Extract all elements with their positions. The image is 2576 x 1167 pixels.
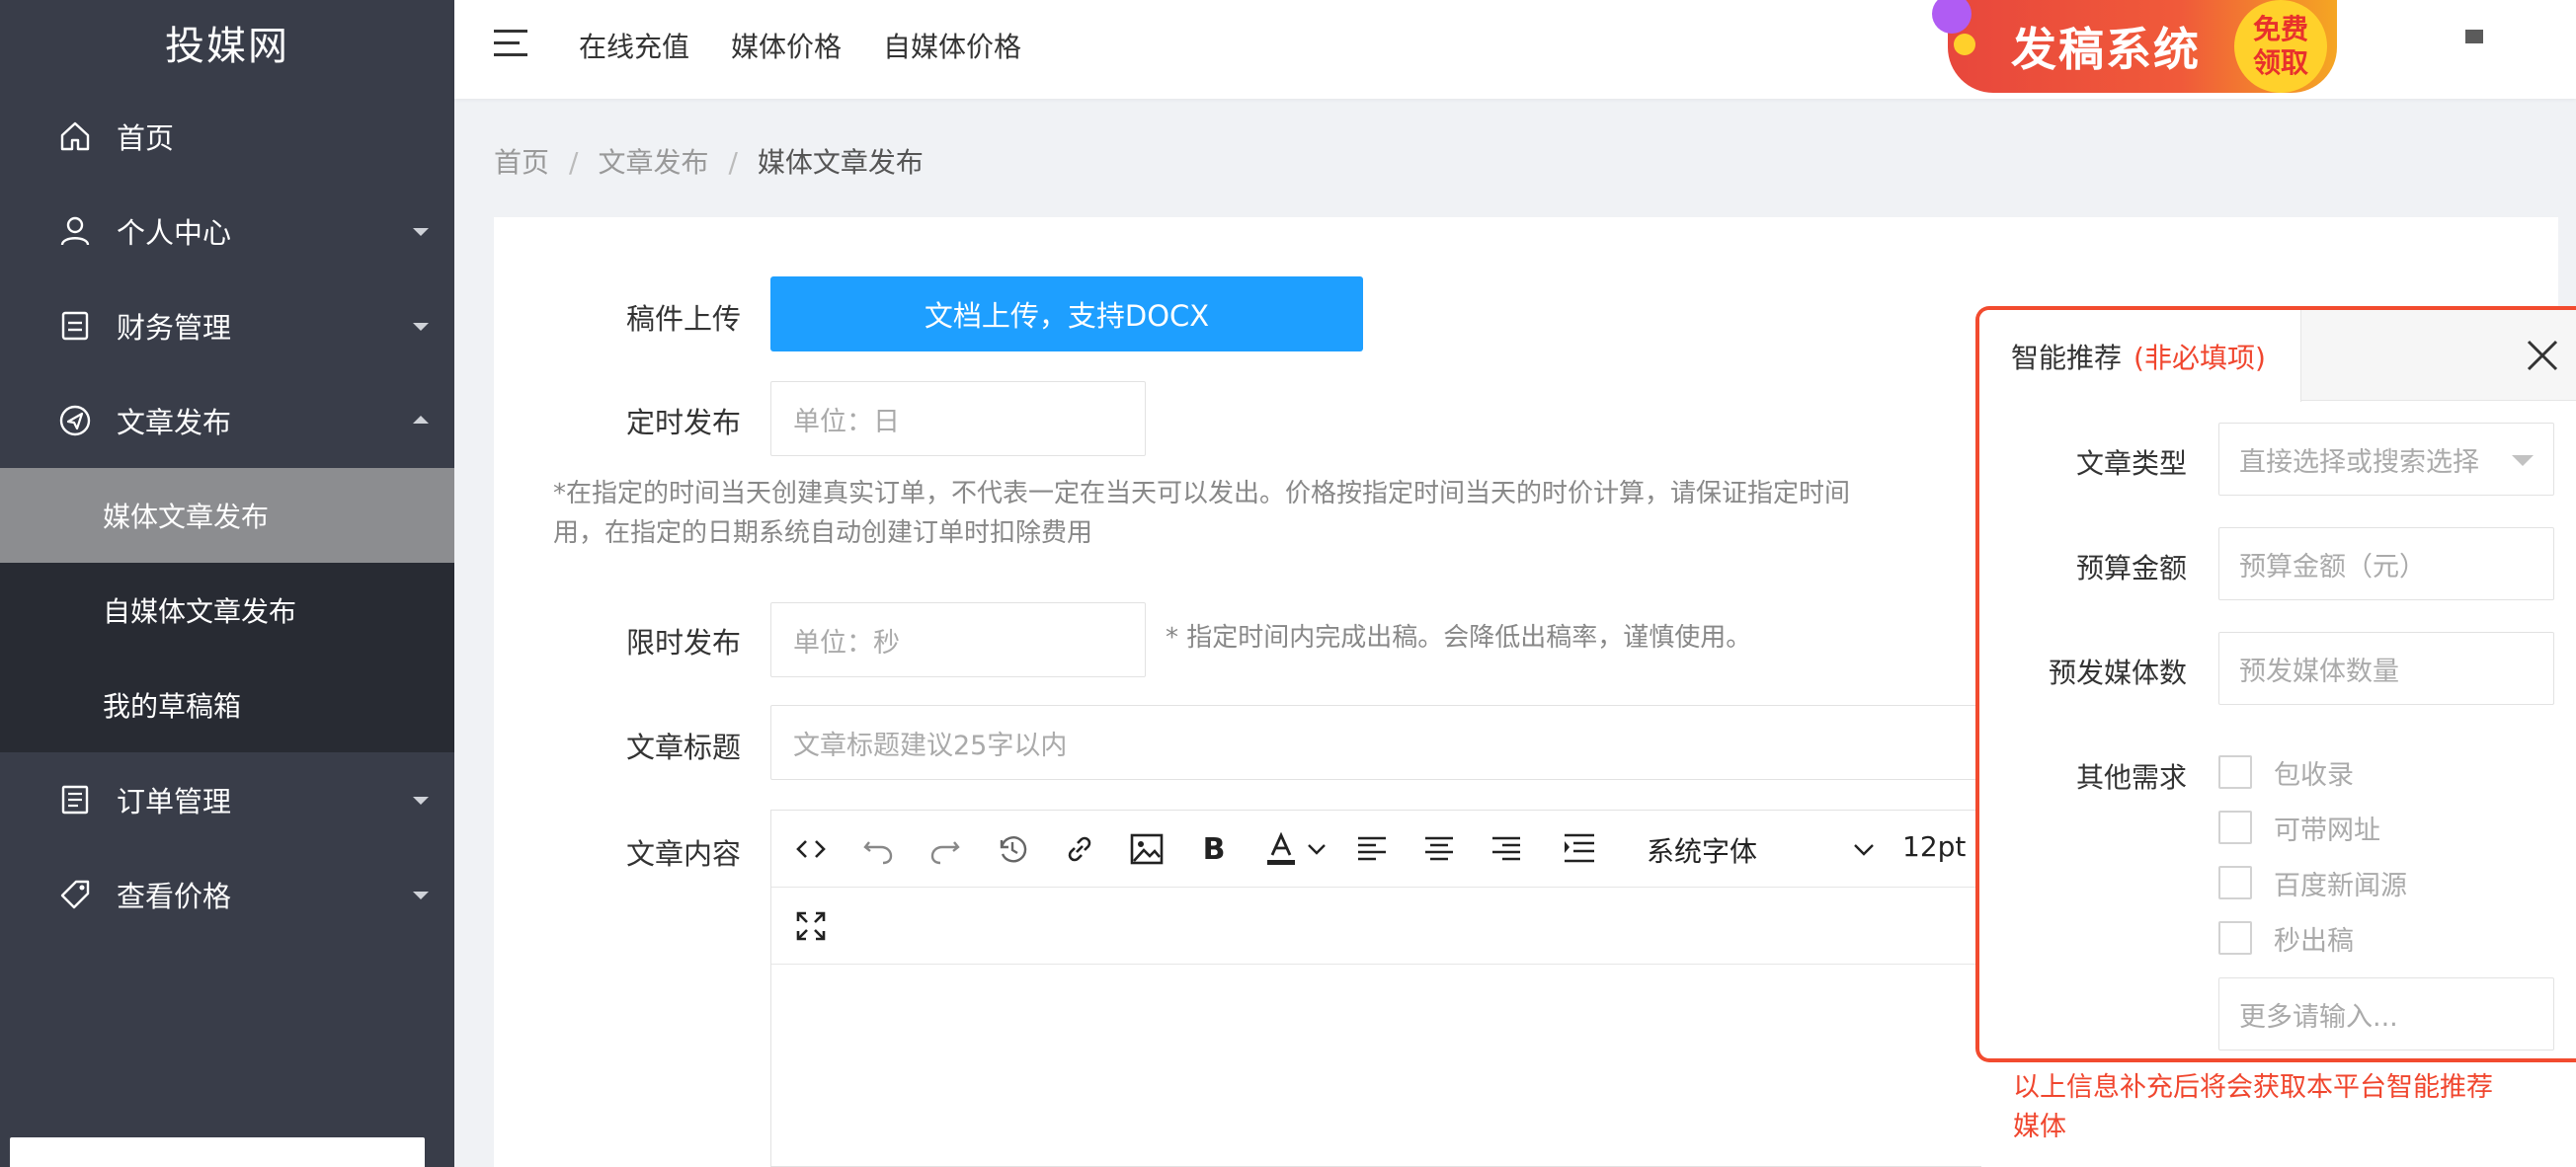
sidebar-item-profile[interactable]: 个人中心 — [0, 184, 454, 278]
fullscreen-icon[interactable] — [793, 908, 829, 944]
article-type-select[interactable]: 直接选择或搜索选择 — [2218, 423, 2554, 496]
chevron-down-icon — [413, 323, 429, 331]
checkbox[interactable] — [2218, 755, 2252, 789]
upload-docx-button[interactable]: 文档上传，支持DOCX — [770, 276, 1363, 351]
align-right-icon[interactable] — [1489, 831, 1524, 867]
home-icon — [57, 118, 93, 154]
checkbox[interactable] — [2218, 811, 2252, 844]
promo-banner[interactable]: 发稿系统 免费 领取 — [1932, 0, 2337, 93]
send-icon — [57, 403, 93, 438]
image-icon[interactable] — [1129, 831, 1165, 867]
line-height-icon[interactable] — [1562, 831, 1597, 867]
redo-icon[interactable] — [927, 831, 963, 867]
banner-badge: 免费 领取 — [2234, 0, 2327, 93]
limit-note: * 指定时间内完成出稿。会降低出稿率，谨慎使用。 — [1166, 623, 1752, 653]
font-family-select[interactable]: 系统字体 — [1647, 830, 1757, 870]
option-fast[interactable]: 秒出稿 — [2218, 918, 2354, 958]
top-header: 在线充值 媒体价格 自媒体价格 发稿系统 免费 领取 — [454, 0, 2576, 99]
article-type-label: 文章类型 — [2075, 447, 2187, 480]
code-view-icon[interactable] — [793, 831, 829, 867]
sidebar-item-home[interactable]: 首页 — [0, 89, 454, 184]
editor-toolbar: B 系统字体 12pt — [771, 811, 1994, 888]
chevron-down-icon[interactable] — [1852, 838, 1876, 864]
article-title-input[interactable]: 文章标题建议25字以内 — [770, 705, 1995, 780]
sidebar-item-label: 财务管理 — [117, 311, 232, 345]
scheduled-note: *在指定的时间当天创建真实订单，不代表一定在当天可以发出。价格按指定时间当天的时… — [553, 479, 1851, 548]
close-icon[interactable] — [2523, 336, 2562, 375]
limit-seconds-input[interactable]: 单位：秒 — [770, 602, 1146, 677]
checkbox[interactable] — [2218, 921, 2252, 955]
sidebar-item-label: 文章发布 — [117, 406, 232, 439]
chevron-down-icon — [413, 892, 429, 899]
user-icon — [57, 213, 93, 249]
user-menu-icon[interactable] — [2465, 30, 2483, 43]
recommend-tab-bar: 智能推荐 (非必填项) — [1979, 310, 2576, 402]
font-size-select[interactable]: 12pt — [1902, 830, 1966, 863]
chevron-down-icon[interactable] — [1305, 831, 1328, 867]
more-needs-input[interactable]: 更多请输入... — [2218, 977, 2554, 1050]
undo-icon[interactable] — [860, 831, 896, 867]
option-url[interactable]: 可带网址 — [2218, 808, 2380, 847]
option-baidu-news[interactable]: 百度新闻源 — [2218, 863, 2407, 902]
checkbox[interactable] — [2218, 866, 2252, 899]
nav-link-self-media-price[interactable]: 自媒体价格 — [883, 26, 1021, 65]
breadcrumb-home[interactable]: 首页 — [494, 146, 549, 179]
sidebar-submenu: 媒体文章发布 自媒体文章发布 我的草稿箱 — [0, 468, 454, 752]
history-icon[interactable] — [995, 831, 1030, 867]
font-color-icon[interactable] — [1263, 831, 1299, 867]
media-count-input[interactable]: 预发媒体数量 — [2218, 632, 2554, 705]
chevron-down-icon — [413, 228, 429, 236]
rich-text-editor: B 系统字体 12pt — [770, 810, 1995, 1167]
link-icon[interactable] — [1062, 831, 1097, 867]
sidebar-item-orders[interactable]: 订单管理 — [0, 752, 454, 847]
scheduled-label: 定时发布 — [625, 406, 741, 439]
breadcrumb: 首页 / 文章发布 / 媒体文章发布 — [494, 146, 924, 179]
chevron-down-icon — [413, 797, 429, 805]
sidebar-subitem-media-article[interactable]: 媒体文章发布 — [0, 468, 454, 563]
dropdown-arrow-icon — [2512, 455, 2534, 466]
sidebar-item-label: 订单管理 — [117, 785, 232, 818]
sidebar-subitem-drafts[interactable]: 我的草稿箱 — [0, 658, 454, 752]
sidebar: 投媒网 首页 个人中心 财务管理 文章发布 媒体文章发布 自媒体文章发布 我的草… — [0, 0, 454, 1167]
bold-icon[interactable]: B — [1196, 831, 1232, 867]
budget-input[interactable]: 预算金额（元） — [2218, 527, 2554, 600]
title-label: 文章标题 — [625, 731, 741, 764]
sidebar-item-prices[interactable]: 查看价格 — [0, 847, 454, 942]
editor-toolbar-row2 — [771, 888, 1994, 965]
budget-label: 预算金额 — [2075, 552, 2187, 584]
decor-dot — [1932, 0, 1972, 34]
media-count-label: 预发媒体数 — [2048, 657, 2187, 689]
content-label: 文章内容 — [625, 837, 741, 871]
scheduled-days-input[interactable]: 单位：日 — [770, 381, 1146, 456]
option-indexed[interactable]: 包收录 — [2218, 752, 2354, 792]
sidebar-item-publish[interactable]: 文章发布 — [0, 373, 454, 468]
menu-toggle-icon[interactable] — [494, 30, 527, 57]
document-icon — [57, 308, 93, 344]
breadcrumb-current: 媒体文章发布 — [757, 146, 924, 179]
breadcrumb-publish[interactable]: 文章发布 — [598, 146, 708, 179]
sidebar-item-finance[interactable]: 财务管理 — [0, 278, 454, 373]
nav-link-recharge[interactable]: 在线充值 — [579, 26, 689, 65]
decor-dot — [1954, 34, 1975, 55]
sidebar-item-label: 查看价格 — [117, 880, 232, 913]
tag-icon — [57, 877, 93, 912]
upload-label: 稿件上传 — [625, 302, 741, 336]
tab-smart-recommend[interactable]: 智能推荐 (非必填项) — [1979, 310, 2301, 402]
banner-title: 发稿系统 — [2011, 23, 2201, 76]
sidebar-item-label: 首页 — [117, 121, 175, 155]
sidebar-item-label: 个人中心 — [117, 216, 232, 250]
limit-label: 限时发布 — [625, 626, 741, 660]
chevron-up-icon — [413, 416, 429, 424]
sidebar-bottom-box — [10, 1137, 425, 1167]
smart-recommend-panel: 智能推荐 (非必填项) 文章类型 直接选择或搜索选择 预算金额 预算金额（元） 预… — [1975, 306, 2576, 1062]
sidebar-subitem-self-media-article[interactable]: 自媒体文章发布 — [0, 563, 454, 658]
align-center-icon[interactable] — [1421, 831, 1457, 867]
other-needs-label: 其他需求 — [2075, 761, 2187, 794]
logo[interactable]: 投媒网 — [0, 0, 454, 85]
align-left-icon[interactable] — [1354, 831, 1390, 867]
recommend-footer-note: 以上信息补充后将会获取本平台智能推荐 媒体 — [1981, 1062, 2576, 1167]
nav-link-media-price[interactable]: 媒体价格 — [731, 26, 842, 65]
list-icon — [57, 782, 93, 817]
